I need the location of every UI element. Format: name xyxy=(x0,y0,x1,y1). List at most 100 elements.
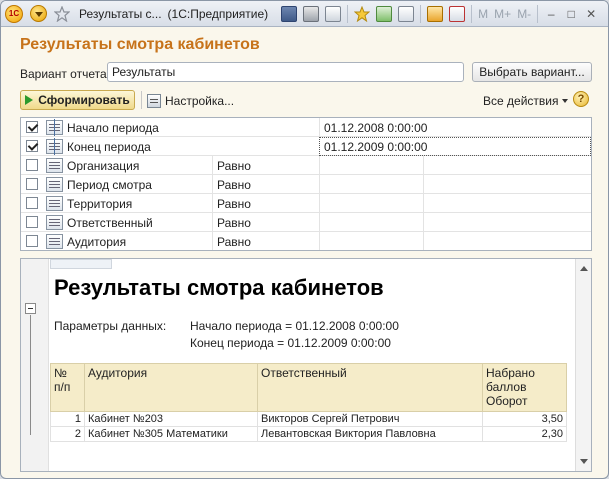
table-row[interactable]: 1 Кабинет №203 Викторов Сергей Петрович … xyxy=(50,411,567,427)
title-bar: 1С Результаты с... (1С:Предприятие) M M+… xyxy=(1,1,608,27)
link-icon[interactable] xyxy=(376,5,393,22)
settings-row-value[interactable]: 01.12.2008 0:00:00 xyxy=(319,118,591,137)
filter-field-icon xyxy=(46,196,63,211)
param-start-period: Начало периода = 01.12.2008 0:00:00 xyxy=(190,319,399,333)
settings-row[interactable]: Аудитория Равно xyxy=(21,232,591,250)
report-table: № п/п Аудитория Ответственный Набрано ба… xyxy=(50,363,567,442)
settings-row-name: Начало периода xyxy=(67,120,159,135)
all-actions-menu[interactable]: Все действия xyxy=(483,94,569,108)
print-icon[interactable] xyxy=(303,5,320,22)
vertical-scrollbar[interactable] xyxy=(575,259,591,471)
chevron-down-icon xyxy=(562,99,569,103)
settings-row-extra xyxy=(423,194,591,213)
use-filter-checkbox[interactable] xyxy=(26,121,38,133)
scroll-down-icon[interactable] xyxy=(580,459,588,464)
settings-row-comparison[interactable]: Равно xyxy=(212,232,318,250)
report-window: 1С Результаты с... (1С:Предприятие) M M+… xyxy=(0,0,609,479)
settings-grid[interactable]: Начало периода 01.12.2008 0:00:00 Конец пе… xyxy=(20,117,592,251)
settings-row-comparison[interactable]: Равно xyxy=(212,194,318,213)
settings-row-extra xyxy=(423,156,591,175)
settings-row-value[interactable] xyxy=(319,175,423,194)
use-filter-checkbox[interactable] xyxy=(26,235,38,247)
use-filter-checkbox[interactable] xyxy=(26,178,38,190)
save-icon[interactable] xyxy=(281,5,298,22)
memory-m-button[interactable]: M xyxy=(478,7,488,21)
row-room: Кабинет №203 xyxy=(84,411,258,427)
generate-button[interactable]: Сформировать xyxy=(20,90,135,110)
settings-row[interactable]: Ответственный Равно xyxy=(21,213,591,232)
calendar-icon[interactable] xyxy=(449,5,466,22)
document-icon[interactable] xyxy=(398,5,415,22)
toolbar-separator xyxy=(471,4,473,23)
app-logo-button[interactable]: 1С xyxy=(3,3,25,25)
report-document[interactable]: Результаты смотра кабинетов Параметры да… xyxy=(20,258,592,472)
form-content: Результаты смотра кабинетов Вариант отче… xyxy=(1,28,608,478)
settings-icon xyxy=(147,94,161,108)
variant-field[interactable]: Результаты xyxy=(107,62,464,82)
favorites-button[interactable] xyxy=(51,3,73,25)
scroll-up-icon[interactable] xyxy=(580,266,588,271)
settings-row-name: Конец периода xyxy=(67,139,151,154)
col-header-number-text: № п/п xyxy=(54,366,71,394)
filter-field-icon xyxy=(46,215,63,230)
toolbar-divider xyxy=(141,91,142,109)
star-icon xyxy=(54,5,70,22)
settings-row-value[interactable] xyxy=(319,213,423,232)
settings-row[interactable]: Период смотра Равно xyxy=(21,175,591,194)
settings-row-name: Период смотра xyxy=(67,177,152,192)
settings-row-field: Период смотра xyxy=(43,175,211,194)
use-filter-checkbox[interactable] xyxy=(26,216,38,228)
use-filter-checkbox[interactable] xyxy=(26,140,38,152)
row-score: 2,30 xyxy=(482,426,567,442)
settings-row-value[interactable] xyxy=(319,194,423,213)
settings-row-comparison[interactable]: Равно xyxy=(212,175,318,194)
maximize-button[interactable]: □ xyxy=(561,5,581,23)
period-parameter-icon xyxy=(46,119,63,136)
settings-row[interactable]: Территория Равно xyxy=(21,194,591,213)
row-score: 3,50 xyxy=(482,411,567,427)
settings-row-comparison[interactable]: Равно xyxy=(212,213,318,232)
preview-icon[interactable] xyxy=(325,5,342,22)
memory-minus-button[interactable]: M- xyxy=(517,7,531,21)
column-header-strip xyxy=(50,259,112,269)
main-menu-button[interactable] xyxy=(27,3,49,25)
calculator-icon[interactable] xyxy=(427,5,444,22)
add-favorite-icon[interactable] xyxy=(354,5,371,22)
row-responsible: Викторов Сергей Петрович xyxy=(257,411,483,427)
row-number: 2 xyxy=(50,426,85,442)
table-row[interactable]: 2 Кабинет №305 Математики Левантовская В… xyxy=(50,426,567,442)
group-bracket xyxy=(30,315,31,435)
all-actions-label: Все действия xyxy=(483,94,559,108)
settings-row-comparison[interactable]: Равно xyxy=(212,156,318,175)
help-button[interactable]: ? xyxy=(573,91,589,107)
col-header-responsible: Ответственный xyxy=(257,363,483,412)
col-header-score: Набрано баллов Оборот xyxy=(482,363,567,412)
settings-row-checkbox-cell xyxy=(21,232,43,250)
close-button[interactable]: ✕ xyxy=(581,5,601,23)
row-room: Кабинет №305 Математики xyxy=(84,426,258,442)
row-responsible: Левантовская Виктория Павловна xyxy=(257,426,483,442)
use-filter-checkbox[interactable] xyxy=(26,159,38,171)
settings-row[interactable]: Начало периода 01.12.2008 0:00:00 xyxy=(21,118,591,137)
settings-row-value[interactable] xyxy=(319,156,423,175)
settings-row[interactable]: Организация Равно xyxy=(21,156,591,175)
settings-button[interactable]: Настройка... xyxy=(147,94,234,108)
filter-field-icon xyxy=(46,158,63,173)
toolbar-separator xyxy=(537,4,539,23)
settings-row-value[interactable]: 01.12.2009 0:00:00 xyxy=(319,137,591,156)
memory-plus-button[interactable]: M+ xyxy=(494,7,511,21)
window-app-title: (1С:Предприятие) xyxy=(167,6,269,21)
settings-row[interactable]: Конец периода 01.12.2009 0:00:00 xyxy=(21,137,591,156)
settings-row-field: Организация xyxy=(43,156,211,175)
use-filter-checkbox[interactable] xyxy=(26,197,38,209)
collapse-group-icon[interactable] xyxy=(25,303,36,314)
params-label: Параметры данных: xyxy=(54,319,167,333)
settings-row-name: Территория xyxy=(67,196,133,211)
param-end-period: Конец периода = 01.12.2009 0:00:00 xyxy=(190,336,391,350)
choose-variant-button[interactable]: Выбрать вариант... xyxy=(472,62,592,82)
col-header-room: Аудитория xyxy=(84,363,258,412)
col-header-number: № п/п xyxy=(50,363,85,412)
generate-label: Сформировать xyxy=(38,93,130,107)
settings-row-value[interactable] xyxy=(319,232,423,250)
minimize-button[interactable]: – xyxy=(541,5,561,23)
